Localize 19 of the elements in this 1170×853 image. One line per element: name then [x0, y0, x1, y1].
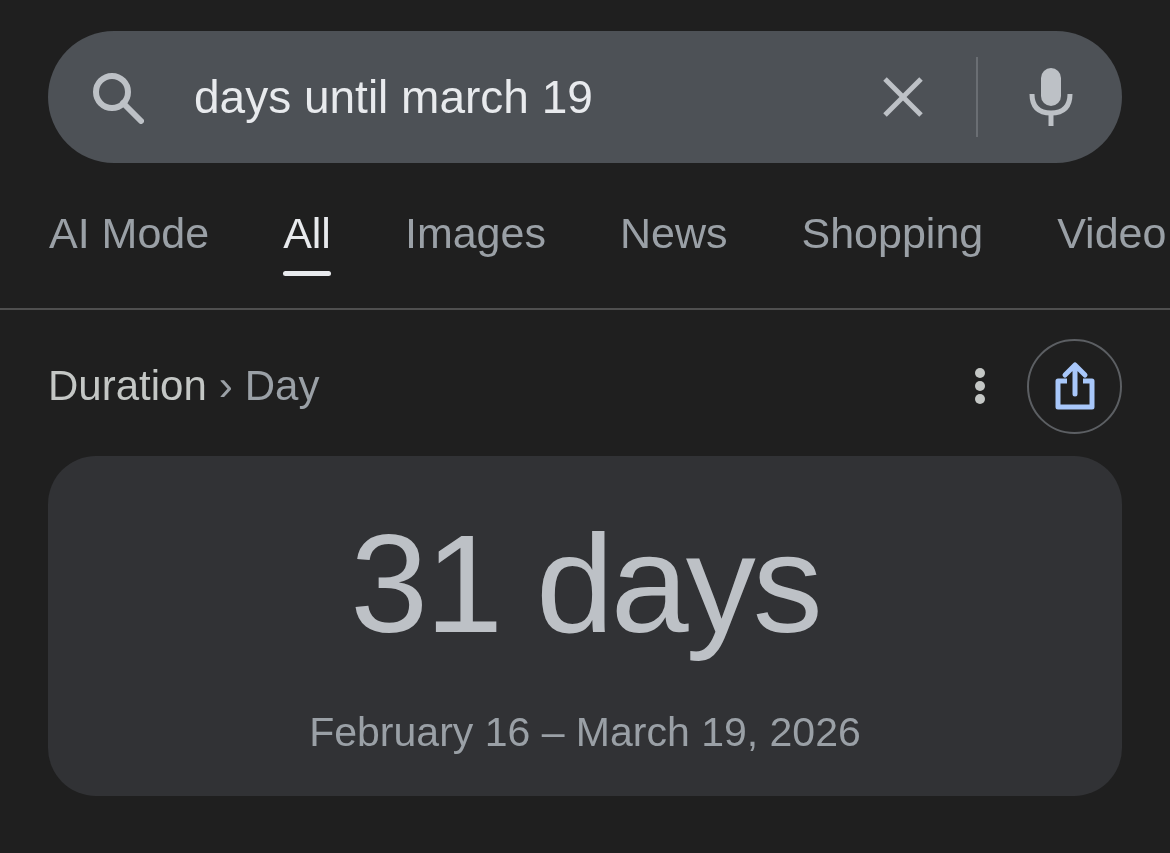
search-icon — [91, 70, 144, 124]
search-input[interactable]: days until march 19 — [194, 69, 794, 125]
more-vertical-icon — [975, 368, 985, 404]
breadcrumb-separator: › — [218, 361, 233, 411]
search-tab[interactable]: Images — [404, 209, 546, 276]
search-tab[interactable]: News — [619, 209, 728, 276]
date-range: February 16 – March 19, 2026 — [309, 708, 861, 757]
search-tab[interactable]: Video — [1057, 209, 1167, 276]
share-button[interactable] — [1027, 338, 1122, 434]
voice-search-button[interactable] — [1028, 67, 1074, 127]
search-tab[interactable]: AI Mode — [49, 209, 210, 276]
breadcrumb-item: Day — [244, 361, 320, 411]
breadcrumb-item: Duration — [48, 361, 207, 411]
search-tab[interactable]: Shopping — [801, 209, 984, 276]
duration-result: 31 days — [350, 504, 820, 664]
share-icon — [1053, 361, 1096, 411]
microphone-icon — [1029, 68, 1073, 126]
close-icon — [882, 76, 924, 118]
search-tab[interactable]: All — [283, 209, 331, 276]
